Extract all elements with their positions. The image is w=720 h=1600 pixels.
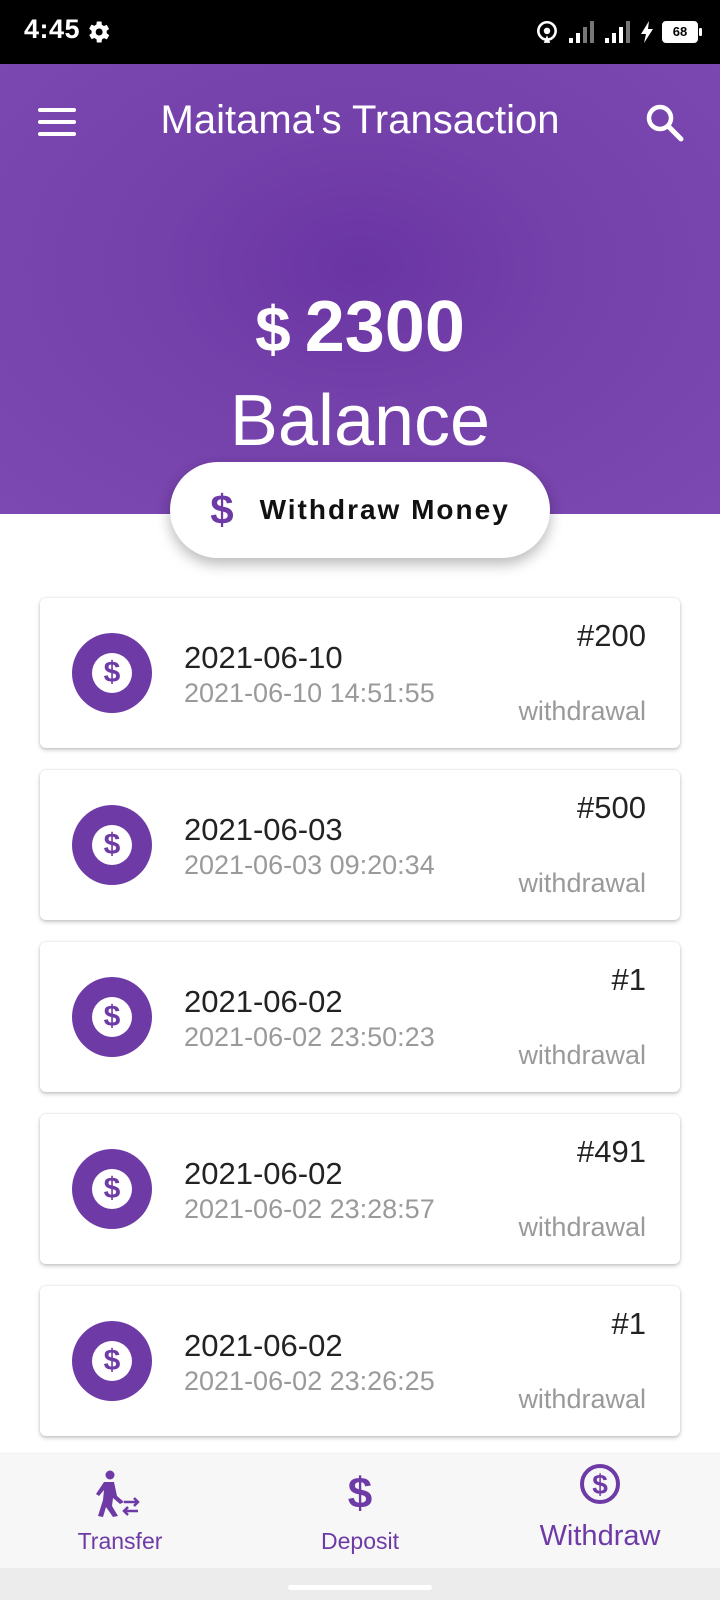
transaction-type: withdrawal [518, 1384, 646, 1414]
dollar-icon: $ [210, 486, 234, 533]
withdraw-money-button[interactable]: $ Withdraw Money [170, 462, 550, 558]
nav-withdraw-label: Withdraw [539, 1520, 661, 1552]
transaction-card[interactable]: $ 2021-06-02 2021-06-02 23:50:23 #1 with… [40, 942, 680, 1092]
transaction-datetime: 2021-06-10 14:51:55 [184, 678, 435, 708]
svg-text:$: $ [592, 1469, 608, 1500]
home-indicator[interactable] [288, 1585, 432, 1590]
search-icon[interactable] [644, 102, 684, 142]
status-icons: 68 [534, 18, 702, 46]
transaction-type: withdrawal [518, 1040, 646, 1070]
balance-header: Maitama's Transaction $2300 Balance [0, 64, 720, 514]
transaction-amount: #500 [577, 790, 646, 825]
balance-value: 2300 [304, 287, 465, 367]
dollar-circle-icon: $ [72, 1321, 152, 1401]
deposit-icon: $ [347, 1469, 373, 1518]
transaction-datetime: 2021-06-02 23:28:57 [184, 1194, 435, 1224]
signal-icon [569, 21, 594, 43]
balance-amount: $2300 [0, 286, 720, 368]
transaction-date: 2021-06-10 [184, 640, 343, 675]
transaction-amount: #1 [611, 1306, 646, 1341]
dollar-circle-icon: $ [72, 1149, 152, 1229]
transaction-date: 2021-06-03 [184, 812, 343, 847]
signal-icon-2 [605, 21, 630, 43]
nav-transfer[interactable]: Transfer [0, 1454, 240, 1568]
system-navigation-area [0, 1568, 720, 1600]
status-bar: 4:45 68 [0, 0, 720, 64]
bottom-navigation: Transfer $ Deposit $ Withdraw [0, 1454, 720, 1568]
transaction-card[interactable]: $ 2021-06-03 2021-06-03 09:20:34 #500 wi… [40, 770, 680, 920]
transaction-type: withdrawal [518, 868, 646, 898]
nav-deposit-label: Deposit [321, 1528, 399, 1554]
transaction-amount: #491 [577, 1134, 646, 1169]
withdraw-icon: $ [580, 1464, 620, 1504]
settings-gear-icon [89, 21, 110, 43]
transaction-date: 2021-06-02 [184, 984, 343, 1019]
hotspot-icon [537, 20, 557, 43]
transaction-list: $ 2021-06-10 2021-06-10 14:51:55 #200 wi… [40, 598, 680, 1458]
charging-bolt-icon [641, 21, 653, 43]
transaction-card[interactable]: $ 2021-06-02 2021-06-02 23:26:25 #1 with… [40, 1286, 680, 1436]
dollar-circle-icon: $ [72, 977, 152, 1057]
transaction-date: 2021-06-02 [184, 1156, 343, 1191]
transaction-type: withdrawal [518, 1212, 646, 1242]
transfer-icon [96, 1470, 140, 1517]
transaction-datetime: 2021-06-02 23:26:25 [184, 1366, 435, 1396]
withdraw-money-label: Withdraw Money [259, 494, 510, 525]
transaction-date: 2021-06-02 [184, 1328, 343, 1363]
nav-deposit[interactable]: $ Deposit [240, 1454, 480, 1568]
battery-indicator: 68 [662, 21, 702, 43]
balance-label: Balance [229, 381, 491, 461]
nav-transfer-label: Transfer [77, 1528, 163, 1554]
transaction-type: withdrawal [518, 696, 646, 726]
page-title: Maitama's Transaction [160, 98, 560, 142]
transaction-datetime: 2021-06-03 09:20:34 [184, 850, 435, 880]
status-time: 4:45 [24, 14, 81, 44]
dollar-circle-icon: $ [72, 633, 152, 713]
dollar-circle-icon: $ [72, 805, 152, 885]
currency-symbol: $ [255, 293, 291, 365]
transaction-amount: #200 [577, 618, 646, 653]
transaction-amount: #1 [611, 962, 646, 997]
nav-withdraw[interactable]: $ Withdraw [480, 1454, 720, 1568]
transaction-datetime: 2021-06-02 23:50:23 [184, 1022, 435, 1052]
transaction-card[interactable]: $ 2021-06-10 2021-06-10 14:51:55 #200 wi… [40, 598, 680, 748]
transaction-card[interactable]: $ 2021-06-02 2021-06-02 23:28:57 #491 wi… [40, 1114, 680, 1264]
